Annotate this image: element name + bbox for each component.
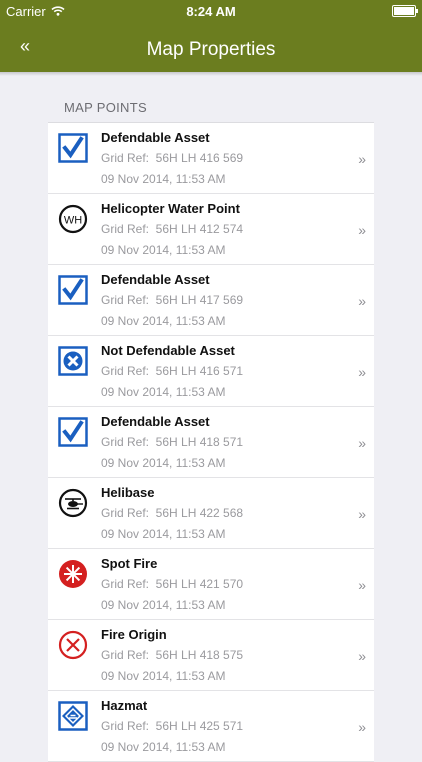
point-name: Defendable Asset — [101, 272, 210, 287]
fire-origin-icon — [58, 630, 88, 660]
grid-ref: Grid Ref: 56H LH 425 571 — [101, 719, 244, 733]
point-date: 09 Nov 2014, 11:53 AM — [101, 669, 226, 683]
grid-ref: Grid Ref: 56H LH 421 570 — [101, 577, 244, 591]
point-name: Helicopter Water Point — [101, 201, 240, 216]
list-item-3[interactable]: Defendable Asset Grid Ref: 56H LH 417 56… — [48, 265, 374, 336]
battery-icon — [392, 5, 418, 17]
helibase-icon — [58, 488, 88, 518]
defendable-asset-icon — [58, 417, 88, 447]
section-header: MAP POINTS — [64, 100, 147, 115]
point-date: 09 Nov 2014, 11:53 AM — [101, 172, 226, 186]
list-item-7[interactable]: Spot Fire Grid Ref: 56H LH 421 570 09 No… — [48, 549, 374, 620]
list-item-1[interactable]: Defendable Asset Grid Ref: 56H LH 416 56… — [48, 123, 374, 194]
point-name: Hazmat — [101, 698, 148, 713]
grid-ref: Grid Ref: 56H LH 416 569 — [101, 151, 244, 165]
point-date: 09 Nov 2014, 11:53 AM — [101, 598, 226, 612]
point-name: Defendable Asset — [101, 130, 210, 145]
list-item-4[interactable]: Not Defendable Asset Grid Ref: 56H LH 41… — [48, 336, 374, 407]
point-date: 09 Nov 2014, 11:53 AM — [101, 740, 226, 754]
nav-shadow — [0, 72, 422, 76]
point-date: 09 Nov 2014, 11:53 AM — [101, 385, 226, 399]
chevron-right-icon: » — [358, 577, 366, 593]
not-defendable-asset-icon — [58, 346, 88, 376]
point-name: Helibase — [101, 485, 155, 500]
grid-ref: Grid Ref: 56H LH 412 574 — [101, 222, 244, 236]
list-item-9[interactable]: Hazmat Grid Ref: 56H LH 425 571 09 Nov 2… — [48, 691, 374, 762]
point-name: Fire Origin — [101, 627, 167, 642]
chevron-right-icon: » — [358, 293, 366, 309]
defendable-asset-icon — [58, 275, 88, 305]
chevron-right-icon: » — [358, 364, 366, 380]
navigation-bar: « Map Properties — [0, 22, 422, 72]
list-item-5[interactable]: Defendable Asset Grid Ref: 56H LH 418 57… — [48, 407, 374, 478]
point-date: 09 Nov 2014, 11:53 AM — [101, 456, 226, 470]
chevron-right-icon: » — [358, 151, 366, 167]
defendable-asset-icon — [58, 133, 88, 163]
chevron-right-icon: » — [358, 719, 366, 735]
page-title: Map Properties — [146, 39, 276, 60]
point-date: 09 Nov 2014, 11:53 AM — [101, 527, 226, 541]
chevron-right-icon: » — [358, 506, 366, 522]
svg-text:WH: WH — [64, 215, 82, 227]
grid-ref: Grid Ref: 56H LH 422 568 — [101, 506, 244, 520]
point-name: Defendable Asset — [101, 414, 210, 429]
grid-ref: Grid Ref: 56H LH 417 569 — [101, 293, 244, 307]
chevron-right-icon: » — [358, 222, 366, 238]
spot-fire-icon — [58, 559, 88, 589]
list-item-6[interactable]: Helibase Grid Ref: 56H LH 422 568 09 Nov… — [48, 478, 374, 549]
grid-ref: Grid Ref: 56H LH 418 575 — [101, 648, 244, 662]
chevron-right-icon: » — [358, 648, 366, 664]
list-item-8[interactable]: Fire Origin Grid Ref: 56H LH 418 575 09 … — [48, 620, 374, 691]
grid-ref: Grid Ref: 56H LH 416 571 — [101, 364, 244, 378]
chevron-right-icon: » — [358, 435, 366, 451]
status-time: 8:24 AM — [186, 4, 236, 19]
hazmat-icon — [58, 701, 88, 731]
water-point-icon: WH — [58, 204, 88, 234]
point-date: 09 Nov 2014, 11:53 AM — [101, 243, 226, 257]
list-item-2[interactable]: WH Helicopter Water Point Grid Ref: 56H … — [48, 194, 374, 265]
map-points-list: Defendable Asset Grid Ref: 56H LH 416 56… — [48, 122, 374, 762]
point-name: Spot Fire — [101, 556, 158, 571]
grid-ref: Grid Ref: 56H LH 418 571 — [101, 435, 244, 449]
point-date: 09 Nov 2014, 11:53 AM — [101, 314, 226, 328]
status-bar: Carrier 8:24 AM — [0, 0, 422, 22]
point-name: Not Defendable Asset — [101, 343, 235, 358]
